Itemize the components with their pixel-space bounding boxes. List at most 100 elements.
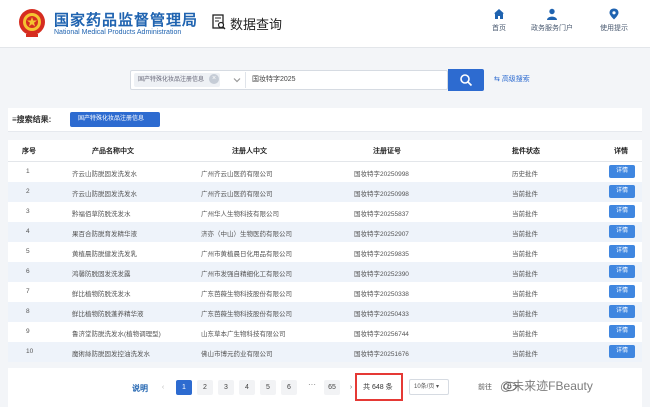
cell-status: 当前批件: [512, 271, 538, 278]
agency-name: 国家药品监督管理局: [54, 12, 199, 29]
cell-no: 2: [26, 188, 30, 195]
cell-product: 鸿馨防脱固发洗发露: [72, 271, 131, 278]
col-cert: 注册证号: [373, 148, 401, 155]
page-2[interactable]: 2: [197, 380, 213, 395]
search-divider: [245, 72, 246, 88]
detail-button[interactable]: 详情: [609, 325, 635, 338]
goto-label: 前往: [478, 384, 492, 391]
cell-status: 当前批件: [512, 311, 538, 318]
cell-cert: 国妆特字20251676: [354, 351, 409, 358]
page-size-value: 10条/页: [414, 384, 435, 390]
cell-product: 齐云山防脱固发洗发水: [72, 191, 137, 198]
chevron-down-icon[interactable]: [232, 75, 242, 85]
detail-button[interactable]: 详情: [609, 285, 635, 298]
col-product: 产品名称中文: [92, 148, 134, 155]
cell-no: 10: [26, 348, 34, 355]
cell-status: 当前批件: [512, 331, 538, 338]
cell-registrant: 广东芭薇生物科技股份有限公司: [201, 311, 292, 318]
cell-product: 鲜比植物防脱蓬养精华液: [72, 311, 144, 318]
cell-registrant: 广州齐云山医药有限公司: [201, 191, 273, 198]
cell-status: 当前批件: [512, 251, 538, 258]
cell-status: 当前批件: [512, 211, 538, 218]
cell-cert: 国妆特字20255837: [354, 211, 409, 218]
cell-product: 黄植晨防脱健发洗发乳: [72, 251, 137, 258]
cell-registrant: 广州市发强自精细化工有限公司: [201, 271, 292, 278]
national-emblem-icon: [19, 9, 45, 37]
prev-page-button[interactable]: ‹: [155, 380, 171, 395]
results-filter-tag[interactable]: 国产特殊化妆品注册信息: [70, 112, 161, 127]
agency-name-en: National Medical Products Administration: [54, 29, 182, 36]
col-no: 序号: [22, 148, 36, 155]
search-icon: [460, 74, 473, 87]
detail-button[interactable]: 详情: [609, 245, 635, 258]
cell-cert: 国妆特字20250338: [354, 291, 409, 298]
page-3[interactable]: 3: [218, 380, 234, 395]
cell-no: 1: [26, 168, 30, 175]
col-status: 批件状态: [512, 148, 540, 155]
cell-product: 果百合防脱育发精华液: [72, 231, 137, 238]
page-size-select[interactable]: 10条/页 ▾: [409, 379, 449, 395]
page-1[interactable]: 1: [176, 380, 192, 395]
cell-no: 8: [26, 308, 30, 315]
location-pin-icon: [609, 8, 619, 20]
cell-no: 4: [26, 228, 30, 235]
advanced-search-label: 高级搜索: [501, 76, 530, 83]
cell-status: 当前批件: [512, 291, 538, 298]
cell-registrant: 广州市黄植晨日化用品有限公司: [201, 251, 292, 258]
cell-no: 9: [26, 328, 30, 335]
detail-button[interactable]: 详情: [609, 205, 635, 218]
cell-cert: 国妆特字20256744: [354, 331, 409, 338]
detail-button[interactable]: 详情: [609, 345, 635, 358]
advanced-search-link[interactable]: ⇆ 高级搜索: [494, 74, 530, 84]
page-title: 数据查询: [230, 17, 283, 32]
cell-product: 魔術絲防脱固发控油洗发水: [72, 351, 150, 358]
cell-product: 齐云山防脱固发洗发水: [72, 171, 137, 178]
cell-registrant: 广东芭薇生物科技股份有限公司: [201, 291, 292, 298]
nav-usage-tips-label: 使用提示: [600, 25, 628, 32]
data-query-icon: [212, 14, 226, 30]
cell-status: 历史批件: [512, 171, 538, 178]
page-6[interactable]: 6: [281, 380, 297, 395]
category-chip[interactable]: 国产特殊化妆品注册信息: [134, 73, 221, 87]
detail-button[interactable]: 详情: [609, 185, 635, 198]
detail-button[interactable]: 详情: [609, 305, 635, 318]
search-input[interactable]: 国妆特字2025: [252, 74, 296, 84]
page-last[interactable]: 65: [324, 380, 340, 395]
watermark: @未来迹FBeauty: [500, 379, 593, 393]
col-registrant: 注册人中文: [232, 148, 267, 155]
search-button[interactable]: [448, 69, 484, 91]
detail-button[interactable]: 详情: [609, 265, 635, 278]
cell-status: 当前批件: [512, 231, 538, 238]
cell-cert: 国妆特字20252907: [354, 231, 409, 238]
cell-no: 3: [26, 208, 30, 215]
tag-close-icon[interactable]: ×: [168, 114, 172, 121]
chip-close-icon[interactable]: ×: [209, 74, 219, 84]
cell-no: 5: [26, 248, 30, 255]
nav-service-portal[interactable]: 政务服务门户: [524, 8, 580, 33]
nav-usage-tips[interactable]: 使用提示: [586, 8, 642, 33]
cell-cert: 国妆特字20250433: [354, 311, 409, 318]
results-label: ≡搜索结果:: [12, 114, 51, 125]
cell-no: 7: [26, 288, 30, 295]
detail-button[interactable]: 详情: [609, 225, 635, 238]
page-4[interactable]: 4: [239, 380, 255, 395]
cell-cert: 国妆特字20250998: [354, 171, 409, 178]
page-ellipsis[interactable]: ···: [308, 380, 316, 389]
nav-home-label: 首页: [492, 25, 506, 32]
nav-home[interactable]: 首页: [471, 8, 527, 33]
filter-icon: ⇆: [494, 76, 502, 83]
cell-product: 鲜比植物防脱洗发水: [72, 291, 131, 298]
cell-registrant: 广州齐云山医药有限公司: [201, 171, 273, 178]
total-count: 共 648 条: [363, 384, 393, 391]
detail-button[interactable]: 详情: [609, 165, 635, 178]
results-label-text: 搜索结果:: [16, 115, 52, 124]
cell-status: 当前批件: [512, 191, 538, 198]
explain-link[interactable]: 说明: [132, 383, 148, 394]
cell-registrant: 佛山市博元药业有限公司: [201, 351, 273, 358]
nav-service-portal-label: 政务服务门户: [531, 25, 573, 32]
cell-status: 当前批件: [512, 351, 538, 358]
cell-cert: 国妆特字20252390: [354, 271, 409, 278]
cell-product: 鲁济堂防脱洗发水(植物调理型): [72, 331, 161, 338]
user-icon: [547, 8, 557, 20]
page-5[interactable]: 5: [260, 380, 276, 395]
